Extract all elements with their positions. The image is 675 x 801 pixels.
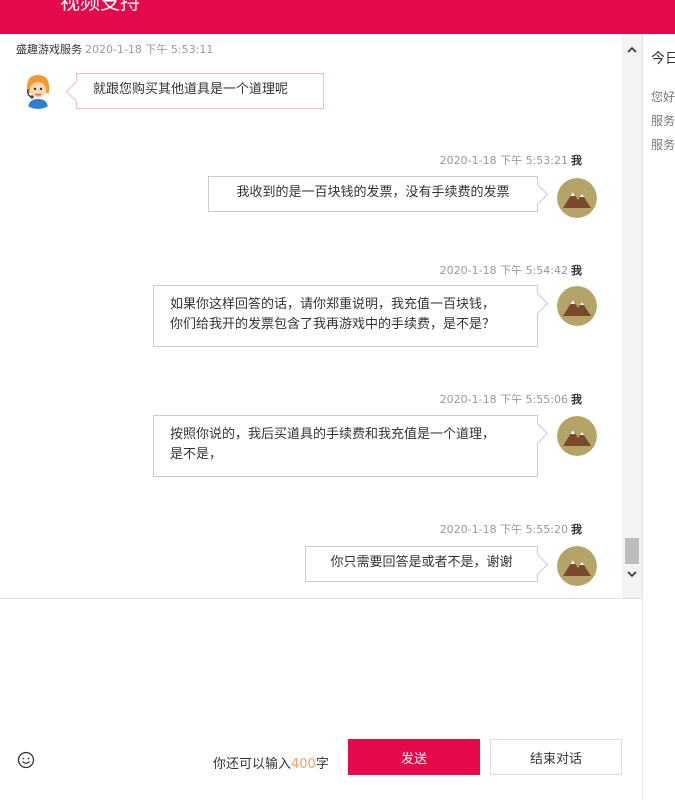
sender-name: 我 bbox=[571, 393, 582, 406]
counter-suffix: 字 bbox=[315, 757, 329, 772]
counter-value: 400 bbox=[291, 757, 316, 772]
message-header: 2020-1-18 下午 5:55:06 我 bbox=[440, 391, 582, 407]
message-time: 2020-1-18 下午 5:53:21 bbox=[439, 154, 568, 167]
user-avatar bbox=[557, 416, 597, 456]
message-bubble: 就跟您购买其他道具是一个道理呢 bbox=[65, 73, 324, 109]
right-panel: 今日 您好 服务 服务 bbox=[643, 34, 675, 800]
message-input-area[interactable]: 你还可以输入400字 发送 结束对话 bbox=[0, 598, 642, 801]
chat-scrollbar[interactable] bbox=[622, 34, 642, 598]
smiley-icon[interactable] bbox=[17, 751, 35, 769]
message-header: 2020-1-18 下午 5:54:42 我 bbox=[440, 262, 582, 278]
message-header: 2020-1-18 下午 5:55:20 我 bbox=[440, 521, 582, 537]
sender-name: 我 bbox=[571, 154, 582, 167]
chevron-down-icon[interactable] bbox=[624, 568, 640, 584]
user-avatar bbox=[557, 286, 597, 326]
message-header: 2020-1-18 下午 5:53:21 我 bbox=[440, 152, 582, 168]
chat-history: 盛趣游戏服务 2020-1-18 下午 5:53:11 就跟您购买其他道具是一个道… bbox=[0, 34, 642, 598]
message-bubble: 按照你说的，我后买道具的手续费和我充值是一个道理， 是不是， bbox=[153, 415, 549, 477]
message-header: 盛趣游戏服务 2020-1-18 下午 5:53:11 bbox=[16, 41, 213, 57]
sender-name: 我 bbox=[571, 523, 582, 536]
right-panel-title: 今日 bbox=[651, 51, 675, 67]
user-avatar bbox=[557, 546, 597, 586]
message-text-line: 按照你说的，我后买道具的手续费和我充值是一个道理， bbox=[170, 427, 496, 442]
message-text: 就跟您购买其他道具是一个道理呢 bbox=[93, 82, 289, 97]
agent-avatar bbox=[18, 69, 58, 109]
message-text: 你只需要回答是或者不是，谢谢 bbox=[330, 555, 513, 570]
sender-name: 盛趣游戏服务 bbox=[16, 43, 82, 56]
user-avatar bbox=[557, 178, 597, 218]
message-bubble: 如果你这样回答的话，请你郑重说明，我充值一百块钱， 你们给我开的发票包含了我再游… bbox=[153, 285, 549, 347]
end-chat-button[interactable]: 结束对话 bbox=[490, 739, 622, 775]
message-bubble: 你只需要回答是或者不是，谢谢 bbox=[305, 546, 549, 582]
message-text: 我收到的是一百块钱的发票，没有手续费的发票 bbox=[236, 185, 510, 200]
message-text-line: 如果你这样回答的话，请你郑重说明，我充值一百块钱， bbox=[170, 297, 496, 312]
chevron-up-icon[interactable] bbox=[624, 44, 640, 60]
send-button[interactable]: 发送 bbox=[348, 739, 480, 775]
message-text-line: 你们给我开的发票包含了我再游戏中的手续费，是不是？ bbox=[170, 317, 496, 332]
message-text-line: 是不是， bbox=[170, 447, 223, 462]
sender-name: 我 bbox=[571, 264, 582, 277]
right-panel-line: 服务 bbox=[651, 114, 675, 128]
top-bar: 视频支持 bbox=[0, 0, 675, 34]
message-time: 2020-1-18 下午 5:54:42 bbox=[439, 264, 568, 277]
message-time: 2020-1-18 下午 5:53:11 bbox=[85, 43, 214, 56]
message-time: 2020-1-18 下午 5:55:06 bbox=[439, 393, 568, 406]
right-panel-line: 您好 bbox=[651, 90, 675, 104]
scrollbar-thumb[interactable] bbox=[625, 538, 639, 564]
message-time: 2020-1-18 下午 5:55:20 bbox=[439, 523, 568, 536]
right-panel-line: 服务 bbox=[651, 138, 675, 152]
page-title: 视频支持 bbox=[60, 0, 140, 14]
char-counter: 你还可以输入400字 bbox=[213, 753, 329, 772]
counter-prefix: 你还可以输入 bbox=[213, 757, 292, 772]
message-bubble: 我收到的是一百块钱的发票，没有手续费的发票 bbox=[208, 176, 549, 212]
